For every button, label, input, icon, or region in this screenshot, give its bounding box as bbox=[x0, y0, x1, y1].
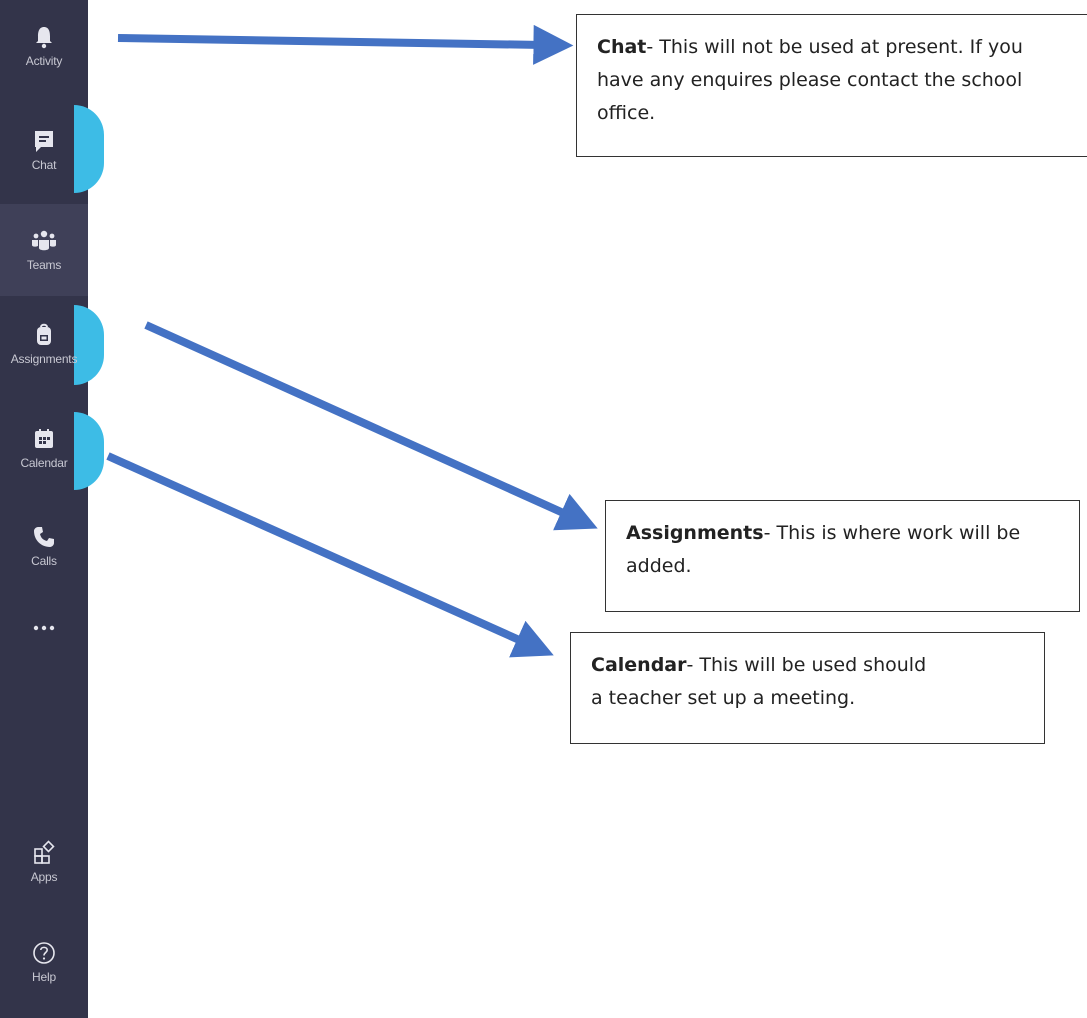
chat-note-title: Chat bbox=[597, 36, 647, 58]
chat-note: Chat- This will not be used at present. … bbox=[576, 14, 1087, 157]
calendar-note: Calendar- This will be used should a tea… bbox=[570, 632, 1045, 744]
calendar-note-title: Calendar bbox=[591, 654, 687, 676]
arrow-chat bbox=[117, 24, 574, 65]
chat-note-text: - This will not be used at present. If y… bbox=[597, 36, 1023, 124]
arrow-calendar bbox=[106, 452, 554, 658]
assignments-note: Assignments- This is where work will be … bbox=[605, 500, 1080, 612]
assignments-note-title: Assignments bbox=[626, 522, 764, 544]
arrow-assignments bbox=[144, 321, 598, 531]
